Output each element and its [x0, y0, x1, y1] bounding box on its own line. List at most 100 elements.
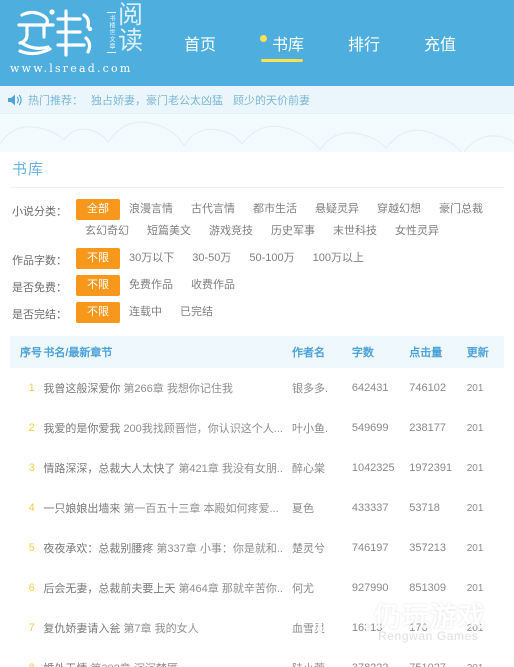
book-title-link[interactable]: 复仇娇妻请入瓮 第7章 我的女人	[43, 620, 286, 636]
filter-options-free: 不限 免费作品 收费作品	[76, 275, 504, 296]
book-title-link[interactable]: 婚外无情 第202章 沉沉梦魇	[43, 660, 286, 667]
wave-decoration	[0, 114, 514, 152]
logo-motto: 书楼世文章	[104, 6, 118, 58]
cell-title: 我爱的是你爱我 200我找顾晋恺，你认识这个人...	[43, 408, 292, 448]
cell-index: 4	[10, 488, 43, 528]
table-row[interactable]: 7 复仇娇妻请入瓮 第7章 我的女人 血雪灵 16313 176 201	[10, 608, 504, 648]
hot-recommend-bar: 热门推荐： 独占娇妻，豪门老公太凶猛 顾少的天价前妻	[0, 86, 514, 114]
filter-option-all[interactable]: 全部	[76, 199, 120, 220]
nav-item-label: 书库	[272, 37, 305, 54]
cell-index: 3	[10, 448, 43, 488]
table-row[interactable]: 1 我曾这般深爱你 第266章 我想你记住我 银多多. 642431 746102 201	[10, 368, 504, 408]
logo-url: www.lsread.com	[10, 62, 133, 75]
latest-chapter: 第421章 我没有女朋..	[178, 463, 283, 475]
cell-index: 2	[10, 408, 43, 448]
cell-updated: 201	[467, 648, 504, 667]
book-title-link[interactable]: 我爱的是你爱我 200我找顾晋恺，你认识这个人...	[43, 420, 286, 436]
filter-option-unlimited[interactable]: 不限	[76, 275, 120, 296]
filter-option[interactable]: 游戏竞技	[200, 221, 262, 242]
filter-label: 是否完结：	[12, 309, 67, 321]
row-index: 1	[28, 382, 35, 394]
cell-title: 我曾这般深爱你 第266章 我想你记住我	[43, 368, 292, 408]
latest-chapter: 第337章 小事：你是就和..	[156, 543, 283, 555]
row-index: 6	[28, 582, 35, 594]
table-row[interactable]: 2 我爱的是你爱我 200我找顾晋恺，你认识这个人... 叶小鱼. 549699 238…	[10, 408, 504, 448]
filter-option[interactable]: 历史军事	[262, 221, 324, 242]
cell-hits: 53718	[409, 502, 440, 514]
cell-author: 叶小鱼.	[292, 423, 329, 435]
column-header-index[interactable]: 序号	[10, 336, 44, 368]
cell-hits: 746102	[409, 382, 446, 394]
column-header-words[interactable]: 字数	[351, 336, 410, 368]
site-logo[interactable]: 书楼世文章 阅读 www.lsread.com	[0, 0, 144, 86]
cell-words: 746197	[351, 542, 389, 554]
filter-option[interactable]: 短篇美文	[138, 221, 200, 242]
cell-words: 642431	[351, 382, 389, 394]
column-header-hits[interactable]: 点击量	[409, 336, 467, 368]
book-title-link[interactable]: 我曾这般深爱你 第266章 我想你记住我	[43, 380, 286, 396]
cell-author: 夏色	[292, 503, 314, 515]
nav-item-library[interactable]: 书库	[238, 0, 326, 86]
filter-option[interactable]: 古代言情	[182, 199, 244, 220]
column-header-author[interactable]: 作者名	[292, 336, 352, 368]
filter-row-free: 是否免费： 不限 免费作品 收费作品	[10, 272, 504, 299]
row-index: 2	[28, 422, 35, 434]
nav-item-recharge[interactable]: 充值	[402, 0, 478, 86]
logo-glyph-icon	[17, 9, 93, 57]
filter-row-status: 是否完结： 不限 连载中 已完结	[10, 299, 504, 326]
table-body: 1 我曾这般深爱你 第266章 我想你记住我 银多多. 642431 746102 201…	[10, 368, 504, 667]
cell-title: 夜夜承欢：总裁别腰疼 第337章 小事：你是就和..	[43, 528, 292, 568]
cloud-arc-pattern-icon	[0, 121, 514, 152]
book-title-link[interactable]: 夜夜承欢：总裁别腰疼 第337章 小事：你是就和..	[43, 540, 286, 556]
filter-option[interactable]: 豪门总裁	[430, 199, 492, 220]
book-title-link[interactable]: 情路深深，总裁大人太快了 第421章 我没有女朋..	[43, 460, 286, 476]
main-nav: 首页 书库 排行 充值	[162, 0, 478, 86]
filter-label: 作品字数：	[12, 255, 67, 267]
table-row[interactable]: 5 夜夜承欢：总裁别腰疼 第337章 小事：你是就和.. 楚灵兮 746197 3572…	[10, 528, 504, 568]
filter-option[interactable]: 穿越幻想	[368, 199, 430, 220]
table-row[interactable]: 4 一只娘娘出墙来 第一百五十三章 本殿如何疼爱... 夏色 433337 53718 2…	[10, 488, 504, 528]
filter-option[interactable]: 玄幻奇幻	[76, 221, 138, 242]
filter-option[interactable]: 已完结	[171, 302, 222, 323]
filter-option[interactable]: 100万以上	[304, 248, 373, 269]
main-content: 书库 小说分类： 全部 浪漫言情 古代言情 都市生活 悬疑灵异 穿越幻想 豪门总…	[0, 152, 514, 667]
book-title-link[interactable]: 一只娘娘出墙来 第一百五十三章 本殿如何疼爱...	[43, 500, 286, 516]
nav-item-ranking[interactable]: 排行	[326, 0, 402, 86]
filter-label: 小说分类：	[12, 206, 67, 218]
column-header-title[interactable]: 书名/最新章节	[43, 336, 292, 368]
book-title-link[interactable]: 后会无妻，总裁前夫要上天 第464章 那就辛苦你..	[43, 580, 286, 596]
cell-updated: 201	[466, 582, 484, 594]
logo-motto-divider-top	[106, 11, 116, 13]
filter-option[interactable]: 30万以下	[120, 248, 183, 269]
cell-title: 情路深深，总裁大人太快了 第421章 我没有女朋..	[43, 448, 292, 488]
filter-option[interactable]: 女性灵异	[386, 221, 448, 242]
cell-author: 醉心棠	[292, 463, 325, 475]
nav-item-home[interactable]: 首页	[162, 0, 238, 86]
logo-read-text: 阅读	[118, 0, 143, 55]
filter-option[interactable]: 30-50万	[183, 248, 240, 269]
cell-hits: 238177	[409, 422, 446, 434]
cell-updated: 201	[466, 502, 484, 514]
filter-option[interactable]: 免费作品	[120, 275, 182, 296]
table-row[interactable]: 6 后会无妻，总裁前夫要上天 第464章 那就辛苦你.. 何尤 927990 85130…	[10, 568, 504, 608]
filter-option[interactable]: 浪漫言情	[120, 199, 182, 220]
cell-hits: 357213	[409, 542, 446, 554]
cell-hits: 176	[409, 622, 428, 634]
filter-option[interactable]: 连载中	[120, 302, 171, 323]
filter-option-unlimited[interactable]: 不限	[76, 248, 120, 269]
filter-option[interactable]: 收费作品	[182, 275, 244, 296]
table-row[interactable]: 3 情路深深，总裁大人太快了 第421章 我没有女朋.. 醉心棠 1042325 197…	[10, 448, 504, 488]
filter-option[interactable]: 末世科技	[324, 221, 386, 242]
filter-option-unlimited[interactable]: 不限	[76, 302, 120, 323]
column-header-updated[interactable]: 更新	[466, 336, 504, 368]
book-list-table: 序号 书名/最新章节 作者名 字数 点击量 更新 1 我曾这般深爱你 第266章 …	[10, 336, 504, 667]
filter-option[interactable]: 50-100万	[240, 248, 303, 269]
cell-author: 陆小菀	[292, 648, 352, 667]
cell-updated: 201	[466, 462, 484, 474]
table-row[interactable]: 8 婚外无情 第202章 沉沉梦魇陆小菀378222751027201	[10, 648, 504, 667]
hot-link-1[interactable]: 独占娇妻，豪门老公太凶猛	[91, 92, 223, 108]
hot-link-2[interactable]: 顾少的天价前妻	[233, 92, 310, 108]
latest-chapter: 第464章 那就辛苦你..	[178, 583, 283, 595]
filter-option[interactable]: 都市生活	[244, 199, 306, 220]
filter-option[interactable]: 悬疑灵异	[306, 199, 368, 220]
